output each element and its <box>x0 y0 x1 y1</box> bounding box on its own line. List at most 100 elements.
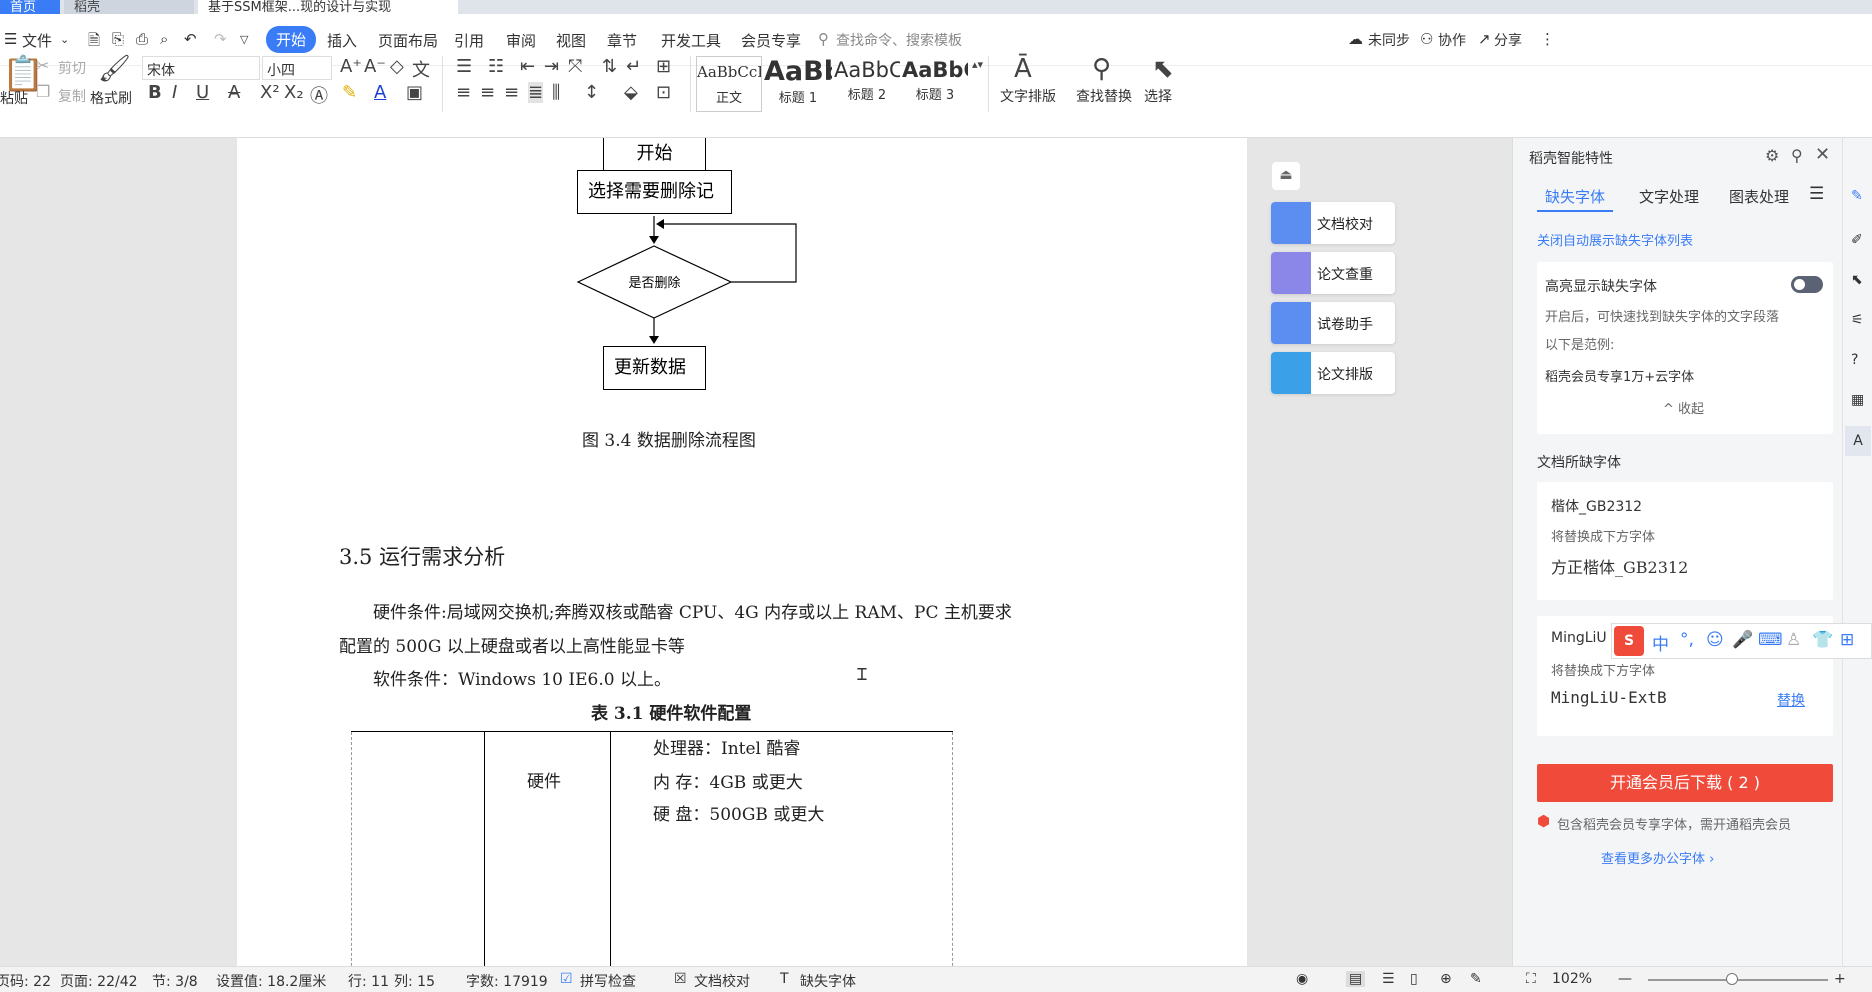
tool-doc-proofread[interactable]: 文档校对 <box>1271 202 1395 244</box>
subscript-icon[interactable]: X₂ <box>284 82 304 103</box>
status-page-code[interactable]: 页码: 22 <box>0 971 51 991</box>
format-painter-icon[interactable]: 🖌 <box>98 54 131 84</box>
bold-icon[interactable]: B <box>148 82 162 103</box>
char-border-icon[interactable]: ▣ <box>406 82 423 103</box>
zoom-level[interactable]: 102% <box>1552 971 1592 987</box>
microphone-icon[interactable]: 🎤 <box>1732 630 1753 650</box>
menu-developer[interactable]: 开发工具 <box>661 30 721 51</box>
spell-check-button[interactable]: 拼写检查 <box>580 971 636 991</box>
print-icon[interactable]: ⎙ <box>136 30 148 48</box>
decrease-indent-icon[interactable]: ⇤ <box>520 56 535 77</box>
tool-plagiarism-check[interactable]: 论文查重 <box>1271 252 1395 294</box>
web-view-icon[interactable]: ⊕ <box>1440 971 1452 987</box>
keyboard-icon[interactable]: ⌨ <box>1758 630 1783 650</box>
reading-view-icon[interactable]: ▯ <box>1410 971 1418 987</box>
text-effect-icon[interactable]: Ⓐ <box>310 82 328 108</box>
text-layout-button[interactable]: 文字排版 <box>1000 86 1056 106</box>
highlight-toggle[interactable] <box>1791 276 1823 293</box>
line-spacing-icon[interactable]: ↕ <box>584 82 599 103</box>
preview-icon[interactable]: ⌕ <box>160 30 168 48</box>
eye-icon[interactable]: ◉ <box>1296 971 1308 987</box>
punctuation-icon[interactable]: °, <box>1680 630 1694 650</box>
more-icon[interactable]: ⋮ <box>1540 30 1555 48</box>
gear-icon[interactable]: ⚙ <box>1765 146 1779 165</box>
menu-references[interactable]: 引用 <box>454 30 484 51</box>
pen-icon[interactable]: ✎ <box>1470 971 1482 987</box>
chart-icon[interactable]: ▦ <box>1851 392 1864 408</box>
copy-button[interactable]: 复制 <box>58 86 86 106</box>
cursor-icon[interactable]: ⬉ <box>1851 272 1863 288</box>
close-icon[interactable]: ✕ <box>1815 144 1830 165</box>
page-view-icon[interactable]: ▤ <box>1346 971 1366 987</box>
undo-icon[interactable]: ↶ <box>184 30 197 48</box>
panel-title[interactable]: 稻壳智能特性 <box>1529 148 1613 168</box>
zoom-out-icon[interactable]: — <box>1618 971 1632 987</box>
replace-link[interactable]: 替换 <box>1777 690 1805 710</box>
numbered-list-icon[interactable]: ☷ <box>488 56 504 77</box>
increase-indent-icon[interactable]: ⇥ <box>544 56 559 77</box>
export-icon[interactable]: ⎘ <box>112 30 124 48</box>
strikethrough-icon[interactable]: A <box>228 82 240 103</box>
superscript-icon[interactable]: X² <box>260 82 280 103</box>
find-icon[interactable]: ⚲ <box>1092 54 1111 84</box>
menu-chapter[interactable]: 章节 <box>607 30 637 51</box>
status-missing-font-button[interactable]: 缺失字体 <box>800 971 856 991</box>
save-icon[interactable]: 🗎 <box>88 30 100 55</box>
tab-chart-processing[interactable]: 图表处理 <box>1729 186 1789 207</box>
select-cursor-icon[interactable]: ⬉ <box>1152 54 1174 84</box>
menu-review[interactable]: 审阅 <box>506 30 536 51</box>
command-search-input[interactable]: 查找命令、搜索模板 <box>836 30 962 50</box>
style-heading3[interactable]: AaBbC 标题 3 <box>902 56 968 112</box>
menu-insert[interactable]: 插入 <box>327 30 357 51</box>
toolbox-icon[interactable]: ⊞ <box>1840 630 1854 650</box>
tab-docer[interactable]: 稻壳 <box>64 0 194 14</box>
menu-start[interactable]: 开始 <box>266 26 317 53</box>
skin-icon[interactable]: 👕 <box>1812 630 1833 650</box>
ime-mode[interactable]: 中 <box>1652 630 1669 655</box>
emoji-icon[interactable]: ☺ <box>1706 630 1724 650</box>
download-button[interactable]: 开通会员后下载 ( 2 ) <box>1537 764 1833 802</box>
chevron-down-icon[interactable]: ⌄ <box>60 33 69 46</box>
tab-document[interactable]: 基于SSM框架...现的设计与实现 <box>198 0 458 14</box>
menu-page-layout[interactable]: 页面布局 <box>378 30 438 51</box>
redo-icon[interactable]: ↷ <box>214 30 227 48</box>
tool-thesis-layout[interactable]: 论文排版 <box>1271 352 1395 394</box>
shrink-font-icon[interactable]: A⁻ <box>364 56 386 77</box>
outline-view-icon[interactable]: ☰ <box>1382 971 1395 987</box>
collaborate-button[interactable]: 协作 <box>1438 30 1466 50</box>
align-left-icon[interactable]: ≡ <box>456 82 471 103</box>
grow-font-icon[interactable]: A⁺ <box>340 56 362 77</box>
select-button[interactable]: 选择 <box>1144 86 1172 106</box>
help-icon[interactable]: ? <box>1851 352 1858 368</box>
smart-icon[interactable]: ✎ <box>1851 188 1863 204</box>
align-center-icon[interactable]: ≡ <box>480 82 495 103</box>
fit-page-icon[interactable]: ⛶ <box>1526 971 1536 987</box>
table-tools-icon[interactable]: ⊞ <box>656 56 671 77</box>
find-replace-button[interactable]: 查找替换 <box>1076 86 1132 106</box>
format-painter-label[interactable]: 格式刷 <box>90 88 132 108</box>
shading-icon[interactable]: ⬙ <box>624 82 638 103</box>
text-layout-icon[interactable]: Ā <box>1014 54 1032 84</box>
phonetic-icon[interactable]: 文 <box>412 56 430 82</box>
menu-view[interactable]: 视图 <box>556 30 586 51</box>
cut-button[interactable]: 剪切 <box>58 58 86 78</box>
bullet-list-icon[interactable]: ☰ <box>456 56 472 77</box>
more-fonts-link[interactable]: 查看更多办公字体 › <box>1601 848 1714 867</box>
style-heading2[interactable]: AaBbC 标题 2 <box>834 56 900 112</box>
edit-icon[interactable]: ✐ <box>1851 232 1863 248</box>
tool-exam-assistant[interactable]: 试卷助手 <box>1271 302 1395 344</box>
clear-format-icon[interactable]: ◇ <box>390 56 404 77</box>
font-name-select[interactable]: 宋体 <box>142 56 260 80</box>
status-proof-button[interactable]: 文档校对 <box>694 971 750 991</box>
share-button[interactable]: 分享 <box>1494 30 1522 50</box>
quick-access-more-icon[interactable]: ▽ <box>240 33 248 46</box>
sort-icon[interactable]: ⇅ <box>602 56 617 77</box>
font-size-select[interactable]: 小四 <box>262 56 332 80</box>
font-color-icon[interactable]: A <box>374 82 386 103</box>
pin-icon[interactable]: ⚲ <box>1791 146 1803 165</box>
paste-button-label[interactable]: 粘贴 <box>0 88 28 108</box>
styles-scroll-icon[interactable]: ▴▾ <box>972 58 983 71</box>
font-panel-icon[interactable]: A <box>1845 426 1871 456</box>
settings-sliders-icon[interactable]: ⚟ <box>1851 312 1864 328</box>
style-normal[interactable]: AaBbCcDd 正文 <box>696 56 762 112</box>
